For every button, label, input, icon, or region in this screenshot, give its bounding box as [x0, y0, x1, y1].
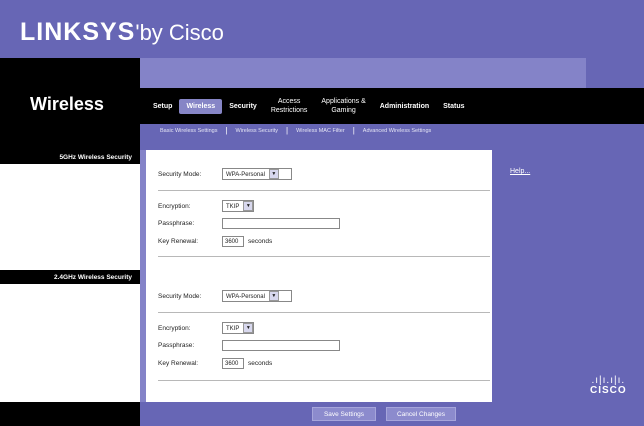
- security-mode-row-5ghz: Security Mode: WPA-Personal ▼: [158, 168, 292, 180]
- section-label-24ghz: 2.4GHz Wireless Security: [0, 270, 140, 284]
- encryption-select-5ghz[interactable]: TKIP ▼: [222, 200, 254, 212]
- key-renewal-label: Key Renewal:: [158, 238, 199, 245]
- sub-navigation: Basic Wireless Settings | Wireless Secur…: [140, 124, 644, 138]
- security-mode-row-24ghz: Security Mode: WPA-Personal ▼: [158, 290, 292, 302]
- brand-header: LINKSYS'by Cisco: [0, 0, 644, 58]
- divider: [158, 380, 490, 381]
- passphrase-label: Passphrase:: [158, 220, 195, 227]
- tab-administration[interactable]: Administration: [373, 99, 436, 114]
- cisco-logo-icon: .ı|ı.ı|ı. CISCO: [590, 375, 627, 397]
- footer-actions: Save Settings Cancel Changes: [140, 402, 492, 426]
- top-strip: [140, 58, 644, 90]
- tab-wireless[interactable]: Wireless: [179, 98, 223, 114]
- help-link[interactable]: Help...: [510, 168, 530, 175]
- divider: [158, 190, 490, 191]
- key-renewal-row-24ghz: Key Renewal: 3600 seconds: [158, 358, 272, 369]
- tab-access-restrictions[interactable]: Access Restrictions: [264, 94, 315, 118]
- router-page: LINKSYS'by Cisco Wireless Setup Wireless…: [0, 0, 644, 426]
- tab-applications-gaming[interactable]: Applications & Gaming: [314, 94, 372, 118]
- subnav-separator: |: [225, 126, 228, 135]
- cisco-bars: .ı|ı.ı|ı.: [591, 375, 626, 386]
- passphrase-input-5ghz[interactable]: [222, 218, 340, 229]
- chevron-down-icon: ▼: [268, 169, 279, 180]
- chevron-down-icon: ▼: [243, 323, 254, 334]
- top-strip-end: [586, 58, 644, 88]
- linksys-logo: LINKSYS'by Cisco: [20, 18, 224, 47]
- section-title-panel: Wireless: [0, 58, 140, 150]
- section-label-5ghz: 5GHz Wireless Security: [0, 150, 140, 164]
- passphrase-label: Passphrase:: [158, 342, 195, 349]
- subnav-basic-wireless[interactable]: Basic Wireless Settings: [160, 128, 217, 134]
- page-title: Wireless: [30, 94, 104, 114]
- footer-right: [492, 402, 644, 426]
- encryption-label: Encryption:: [158, 324, 191, 332]
- security-mode-label: Security Mode:: [158, 170, 202, 178]
- chevron-down-icon: ▼: [268, 291, 279, 302]
- subnav-wireless-security[interactable]: Wireless Security: [236, 128, 278, 134]
- passphrase-row-24ghz: Passphrase:: [158, 340, 340, 351]
- key-renewal-label: Key Renewal:: [158, 360, 199, 367]
- subnav-separator: |: [352, 126, 355, 135]
- tab-setup[interactable]: Setup: [146, 99, 179, 114]
- divider: [158, 312, 490, 313]
- encryption-label: Encryption:: [158, 202, 191, 210]
- security-mode-value: WPA-Personal: [226, 294, 265, 300]
- save-settings-button[interactable]: Save Settings: [312, 407, 376, 421]
- tab-status[interactable]: Status: [436, 99, 471, 114]
- tab-security[interactable]: Security: [222, 99, 264, 114]
- subnav-mac-filter[interactable]: Wireless MAC Filter: [296, 128, 345, 134]
- encryption-row-24ghz: Encryption: TKIP ▼: [158, 322, 254, 334]
- main-nav: Setup Wireless Security Access Restricti…: [140, 88, 644, 124]
- key-renewal-input-24ghz[interactable]: 3600: [222, 358, 244, 369]
- cancel-changes-button[interactable]: Cancel Changes: [386, 407, 456, 421]
- section-labels-column: 5GHz Wireless Security 2.4GHz Wireless S…: [0, 150, 140, 402]
- passphrase-row-5ghz: Passphrase:: [158, 218, 340, 229]
- key-renewal-input-5ghz[interactable]: 3600: [222, 236, 244, 247]
- logo-mark: LINKSYS: [20, 18, 136, 46]
- encryption-value: TKIP: [226, 326, 240, 332]
- help-column: Help... .ı|ı.ı|ı. CISCO: [492, 150, 644, 402]
- encryption-select-24ghz[interactable]: TKIP ▼: [222, 322, 254, 334]
- subnav-separator: |: [286, 126, 289, 135]
- chevron-down-icon: ▼: [243, 201, 254, 212]
- key-renewal-unit: seconds: [248, 360, 273, 367]
- logo-suffix: 'by Cisco: [135, 20, 224, 45]
- passphrase-input-24ghz[interactable]: [222, 340, 340, 351]
- security-mode-value: WPA-Personal: [226, 172, 265, 178]
- security-mode-select-5ghz[interactable]: WPA-Personal ▼: [222, 168, 292, 180]
- security-mode-label: Security Mode:: [158, 292, 202, 300]
- security-mode-select-24ghz[interactable]: WPA-Personal ▼: [222, 290, 292, 302]
- encryption-row-5ghz: Encryption: TKIP ▼: [158, 200, 254, 212]
- footer-left: [0, 402, 140, 426]
- divider: [158, 256, 490, 257]
- subnav-items: Basic Wireless Settings | Wireless Secur…: [160, 126, 431, 135]
- settings-panel: Security Mode: WPA-Personal ▼ Encryption:…: [140, 150, 492, 402]
- key-renewal-row-5ghz: Key Renewal: 3600 seconds: [158, 236, 272, 247]
- key-renewal-unit: seconds: [248, 238, 273, 245]
- subnav-advanced[interactable]: Advanced Wireless Settings: [363, 128, 431, 134]
- tab-bar: Setup Wireless Security Access Restricti…: [146, 92, 472, 120]
- encryption-value: TKIP: [226, 204, 240, 210]
- cisco-wordmark: CISCO: [590, 385, 627, 396]
